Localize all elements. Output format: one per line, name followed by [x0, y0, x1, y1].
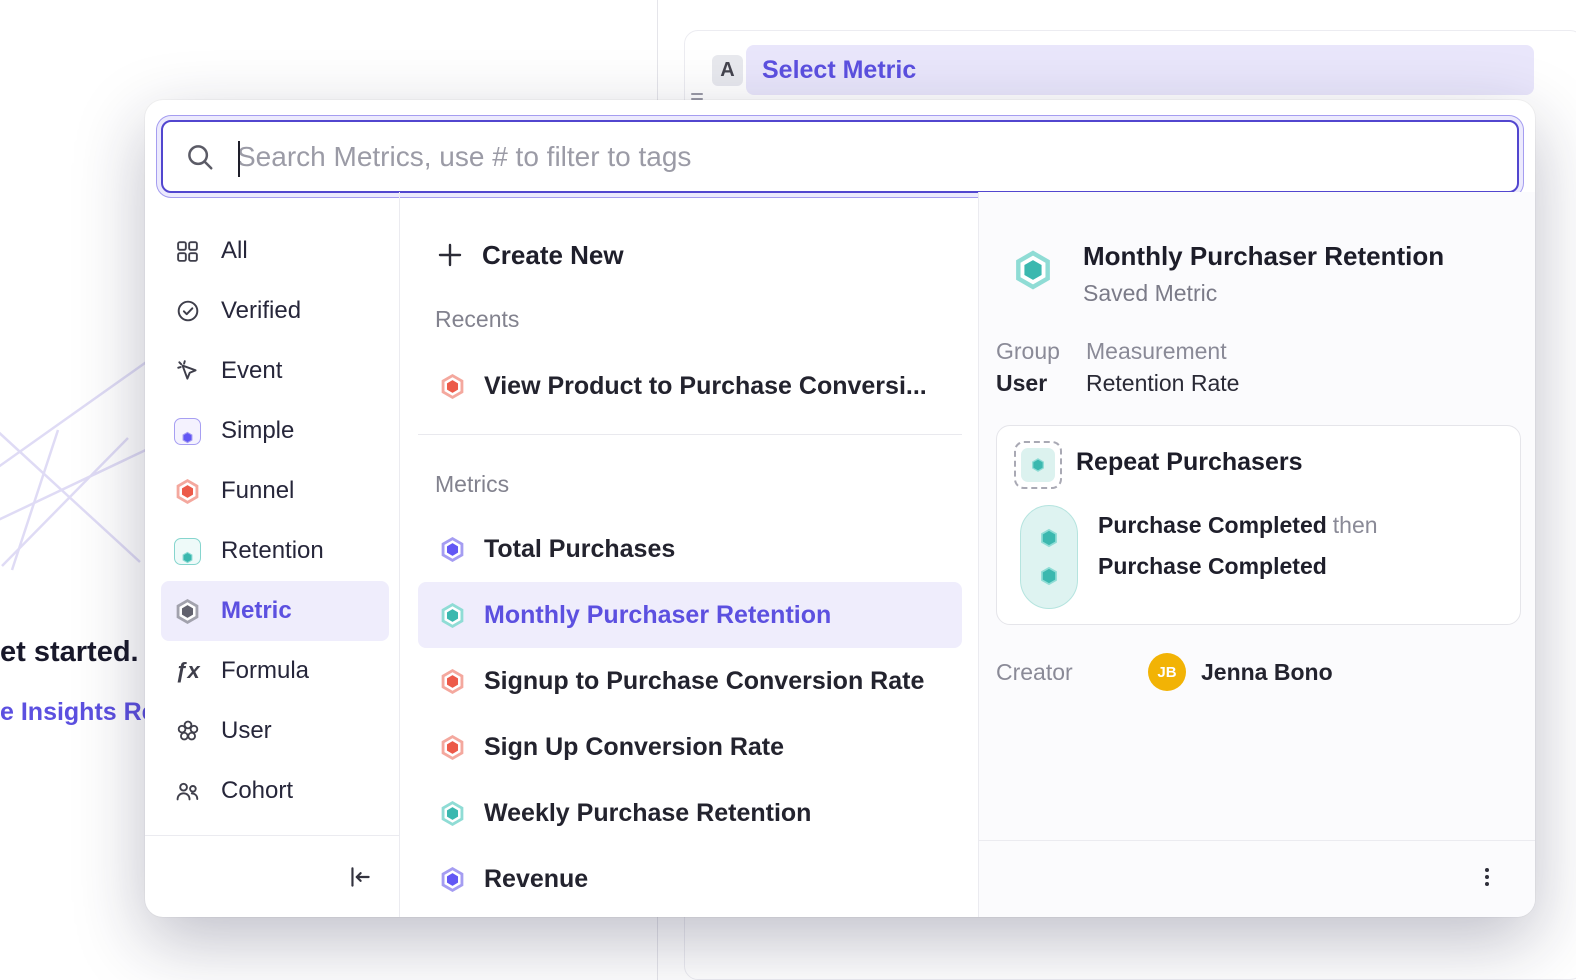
list-item[interactable]: Signup to Purchase Conversion Rate: [418, 648, 962, 714]
event-hexagon-icon: [1037, 526, 1061, 550]
sidebar-footer-divider: [145, 835, 400, 836]
select-metric-label: Select Metric: [762, 56, 916, 85]
list-item-label: Weekly Purchase Retention: [484, 799, 811, 828]
sidebar-item-metric[interactable]: Metric: [161, 581, 389, 641]
metric-picker-modal: All Verified: [145, 100, 1535, 917]
metric-list-column: Create New Recents View Product to Purch…: [401, 192, 978, 917]
list-item-label: Signup to Purchase Conversion Rate: [484, 667, 924, 696]
definition-step-1: Purchase Completedthen: [1098, 512, 1378, 539]
simple-metric-icon: [439, 866, 466, 893]
section-divider: [418, 434, 962, 435]
sidebar-item-label: Metric: [221, 597, 292, 625]
retention-metric-icon: [1012, 249, 1054, 291]
metric-definition-card: Repeat Purchasers Purchase Completedthen…: [996, 425, 1521, 625]
list-item-label: Total Purchases: [484, 535, 675, 564]
background-chart-decoration: [0, 330, 164, 580]
grid-icon: [174, 238, 201, 265]
search-box[interactable]: [161, 120, 1519, 193]
list-item-label: Revenue: [484, 865, 588, 894]
sidebar-item-cohort[interactable]: Cohort: [161, 761, 389, 821]
plus-icon: [435, 240, 465, 270]
select-metric-button[interactable]: Select Metric: [746, 45, 1534, 95]
sidebar-item-label: Funnel: [221, 477, 294, 505]
sidebar-item-label: Cohort: [221, 777, 293, 805]
more-options-icon[interactable]: [1473, 863, 1501, 891]
category-sidebar: All Verified: [145, 192, 400, 917]
sidebar-item-label: Simple: [221, 417, 294, 445]
simple-metric-icon: [439, 536, 466, 563]
sidebar-item-formula[interactable]: ƒx Formula: [161, 641, 389, 701]
list-item[interactable]: Revenue: [418, 846, 962, 912]
create-new-label: Create New: [482, 240, 624, 271]
definition-step-2: Purchase Completed: [1098, 553, 1327, 580]
screen: et started. e Insights Re A Select Metri…: [0, 0, 1576, 980]
sidebar-item-label: Verified: [221, 297, 301, 325]
event-hexagon-icon: [1037, 564, 1061, 588]
preview-footer-divider: [979, 840, 1535, 841]
funnel-metric-icon: [439, 668, 466, 695]
retention-metric-icon: [439, 800, 466, 827]
sidebar-item-label: Formula: [221, 657, 309, 685]
sidebar-item-retention[interactable]: Retention: [161, 521, 389, 581]
background-text-clipped: et started.: [0, 636, 148, 669]
step-letter-badge: A: [712, 55, 743, 86]
metric-hexagon-icon: [174, 598, 201, 625]
list-item-label: View Product to Purchase Conversi...: [484, 372, 927, 401]
funnel-metric-icon: [439, 734, 466, 761]
sidebar-item-simple[interactable]: Simple: [161, 401, 389, 461]
preview-subtitle: Saved Metric: [1083, 280, 1217, 307]
list-item-selected[interactable]: Monthly Purchaser Retention: [418, 582, 962, 648]
retention-metric-icon: [1029, 456, 1047, 474]
event-cursor-icon: [174, 358, 201, 385]
sidebar-item-all[interactable]: All: [161, 221, 389, 281]
sidebar-item-label: All: [221, 237, 248, 265]
metric-preview-panel: Monthly Purchaser Retention Saved Metric…: [978, 192, 1535, 917]
measurement-label: Measurement: [1086, 338, 1227, 365]
list-item-label: Monthly Purchaser Retention: [484, 601, 831, 630]
creator-name: Jenna Bono: [1201, 659, 1333, 686]
formula-icon: ƒx: [174, 658, 201, 685]
search-input[interactable]: [235, 141, 1517, 173]
metrics-section-header: Metrics: [418, 470, 962, 498]
insights-report-link[interactable]: e Insights Re: [0, 698, 148, 727]
list-item-label: Sign Up Conversion Rate: [484, 733, 784, 762]
metric-step-icon: [1014, 441, 1062, 489]
sidebar-item-label: Retention: [221, 537, 324, 565]
list-item[interactable]: Total Purchases: [418, 516, 962, 582]
text-caret: [238, 141, 240, 177]
creator-avatar: JB: [1148, 653, 1186, 691]
cohort-people-icon: [174, 778, 201, 805]
retention-metric-icon: [439, 602, 466, 629]
measurement-value: Retention Rate: [1086, 370, 1239, 397]
user-flower-icon: [174, 718, 201, 745]
list-item[interactable]: Weekly Purchase Retention: [418, 780, 962, 846]
retention-metric-icon: [174, 538, 201, 565]
verified-badge-icon: [174, 298, 201, 325]
collapse-sidebar-icon[interactable]: [346, 863, 374, 891]
sidebar-item-event[interactable]: Event: [161, 341, 389, 401]
sidebar-item-user[interactable]: User: [161, 701, 389, 761]
sidebar-item-funnel[interactable]: Funnel: [161, 461, 389, 521]
sidebar-item-verified[interactable]: Verified: [161, 281, 389, 341]
list-item[interactable]: View Product to Purchase Conversi...: [418, 354, 962, 418]
list-item[interactable]: Sign Up Conversion Rate: [418, 714, 962, 780]
step-connector: then: [1333, 512, 1378, 538]
sidebar-item-label: Event: [221, 357, 282, 385]
definition-title: Repeat Purchasers: [1076, 448, 1303, 477]
search-icon: [185, 142, 215, 172]
simple-metric-icon: [174, 418, 201, 445]
sidebar-item-label: User: [221, 717, 272, 745]
funnel-metric-icon: [439, 373, 466, 400]
funnel-metric-icon: [174, 478, 201, 505]
create-new-button[interactable]: Create New: [418, 228, 962, 282]
creator-label: Creator: [996, 659, 1073, 686]
group-label: Group: [996, 338, 1060, 365]
retention-steps-pill: [1020, 505, 1078, 609]
preview-title: Monthly Purchaser Retention: [1083, 241, 1444, 272]
modal-body: All Verified: [145, 192, 1535, 917]
recents-section-header: Recents: [418, 305, 962, 333]
group-value: User: [996, 370, 1047, 397]
